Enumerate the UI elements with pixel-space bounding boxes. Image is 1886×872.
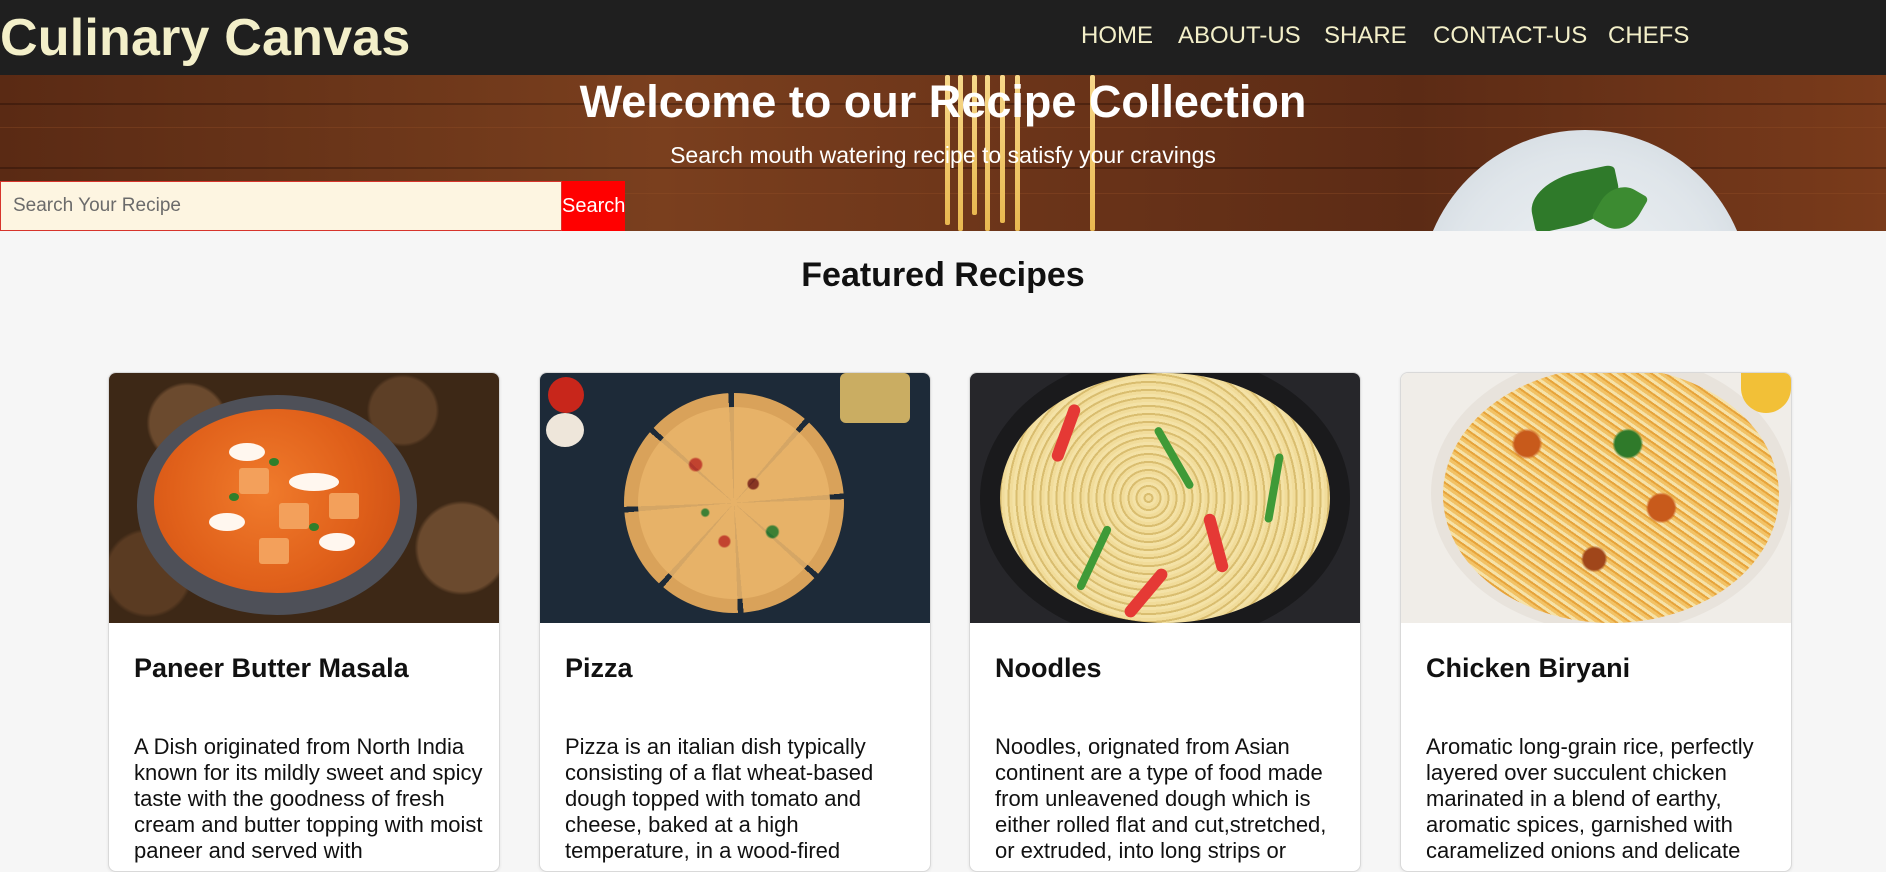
nav-about-us-link[interactable]: ABOUT-US [1178, 22, 1301, 50]
nav-contact-us-link[interactable]: CONTACT-US [1433, 22, 1587, 50]
recipe-description: Noodles, orignated from Asian continent … [995, 734, 1327, 863]
recipe-card[interactable]: Paneer Butter Masala A Dish originated f… [108, 372, 500, 872]
recipe-description: A Dish originated from North India known… [134, 734, 483, 863]
hero-title: Welcome to our Recipe Collection [579, 76, 1307, 127]
noodles-image[interactable] [970, 373, 1360, 623]
recipe-title[interactable]: Noodles [995, 653, 1102, 684]
pizza-image[interactable] [540, 373, 930, 623]
search-button[interactable]: Search [562, 181, 625, 231]
recipe-card[interactable]: Chicken Biryani Aromatic long-grain rice… [1400, 372, 1792, 872]
nav-chefs-link[interactable]: CHEFS [1608, 22, 1689, 50]
featured-recipes-heading: Featured Recipes [801, 256, 1085, 294]
recipe-description: Aromatic long-grain rice, perfectly laye… [1426, 734, 1754, 863]
recipe-search-input[interactable] [0, 181, 562, 231]
recipe-title[interactable]: Paneer Butter Masala [134, 653, 409, 684]
paneer-butter-masala-image[interactable] [109, 373, 499, 623]
brand-logo-text[interactable]: Culinary Canvas [0, 8, 411, 68]
recipe-card[interactable]: Noodles Noodles, orignated from Asian co… [969, 372, 1361, 872]
recipe-title[interactable]: Chicken Biryani [1426, 653, 1630, 684]
recipe-card[interactable]: Pizza Pizza is an italian dish typically… [539, 372, 931, 872]
hero-subtitle: Search mouth watering recipe to satisfy … [670, 142, 1216, 168]
navbar: Culinary Canvas HOME ABOUT-US SHARE CONT… [0, 0, 1886, 75]
nav-home-link[interactable]: HOME [1081, 22, 1153, 50]
recipe-title[interactable]: Pizza [565, 653, 633, 684]
recipe-description: Pizza is an italian dish typically consi… [565, 734, 874, 863]
nav-share-link[interactable]: SHARE [1324, 22, 1407, 50]
chicken-biryani-image[interactable] [1401, 373, 1791, 623]
